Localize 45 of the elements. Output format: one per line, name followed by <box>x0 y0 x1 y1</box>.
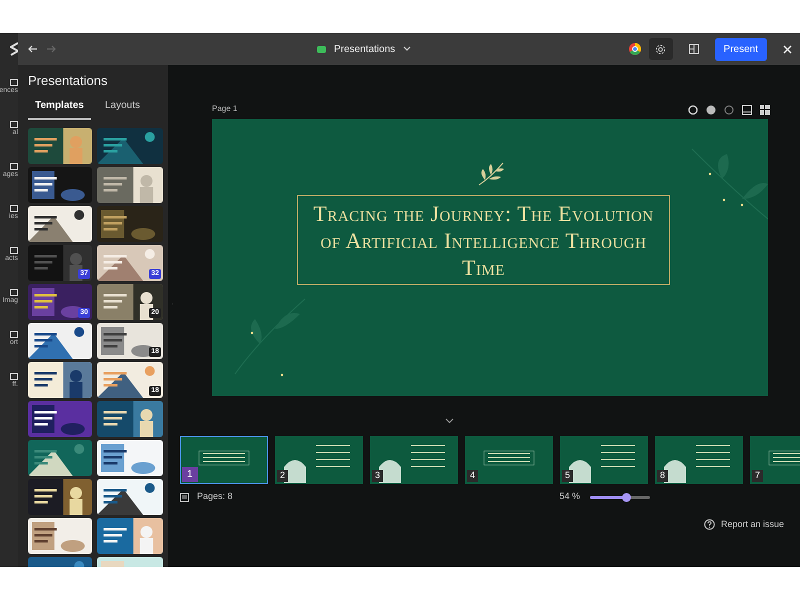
nav-icon[interactable] <box>10 120 18 128</box>
nav-icon[interactable] <box>10 78 18 86</box>
slide-thumbnail[interactable]: 4 <box>465 436 553 484</box>
page-count: Pages: 8 <box>197 490 233 504</box>
caret-icon[interactable] <box>403 46 412 52</box>
slide-thumbnail[interactable]: 2 <box>275 436 363 484</box>
report-link[interactable]: Report an issue <box>720 518 784 532</box>
logo-icon[interactable] <box>10 42 18 56</box>
present-button[interactable]: Present <box>714 38 767 60</box>
page-label: Page 1 <box>212 103 238 115</box>
nav-icon[interactable] <box>10 162 18 170</box>
settings-button[interactable] <box>648 38 673 60</box>
panel-icon[interactable] <box>742 105 752 115</box>
nav-icon[interactable] <box>10 372 18 380</box>
ring-icon[interactable] <box>688 105 698 115</box>
nav-icon[interactable] <box>10 204 18 212</box>
nav-icon[interactable] <box>10 288 18 296</box>
pages-icon <box>180 492 189 502</box>
help-icon[interactable] <box>704 519 715 530</box>
slide-thumbnail[interactable]: 7 <box>750 436 800 484</box>
chevron-down-icon[interactable] <box>444 418 454 424</box>
slide-thumbnail[interactable]: 5 <box>560 436 648 484</box>
slides-icon <box>317 46 326 52</box>
document-title[interactable]: Presentations <box>334 42 396 56</box>
close-icon[interactable] <box>783 44 792 54</box>
panel-title: Presentations <box>28 73 108 89</box>
zoom-slider[interactable] <box>590 496 650 498</box>
leaf-drawing <box>477 161 505 187</box>
browser-icon[interactable] <box>628 43 641 55</box>
panel-tab[interactable]: Templates <box>28 98 91 120</box>
circle-icon[interactable] <box>724 105 734 115</box>
layout-icon[interactable] <box>688 44 699 54</box>
gear-icon <box>655 44 666 54</box>
dot-icon[interactable] <box>706 105 716 115</box>
nav-icon[interactable] <box>10 330 18 338</box>
nav-icon[interactable] <box>10 246 18 254</box>
zoom-reading: 54 % <box>560 490 580 504</box>
slide-thumbnail[interactable]: 3 <box>370 436 458 484</box>
back-icon[interactable] <box>28 44 38 54</box>
slide-thumbnail[interactable]: 8 <box>655 436 743 484</box>
slide-title: Tracing the Journey: The Evolution of Artificial Intelligence Through Time <box>312 200 655 280</box>
panel-tab[interactable]: Layouts <box>91 98 154 120</box>
slider-thumb[interactable] <box>622 492 632 502</box>
slide-thumbnail[interactable]: 1 <box>180 436 268 484</box>
grid-icon[interactable] <box>760 105 770 115</box>
